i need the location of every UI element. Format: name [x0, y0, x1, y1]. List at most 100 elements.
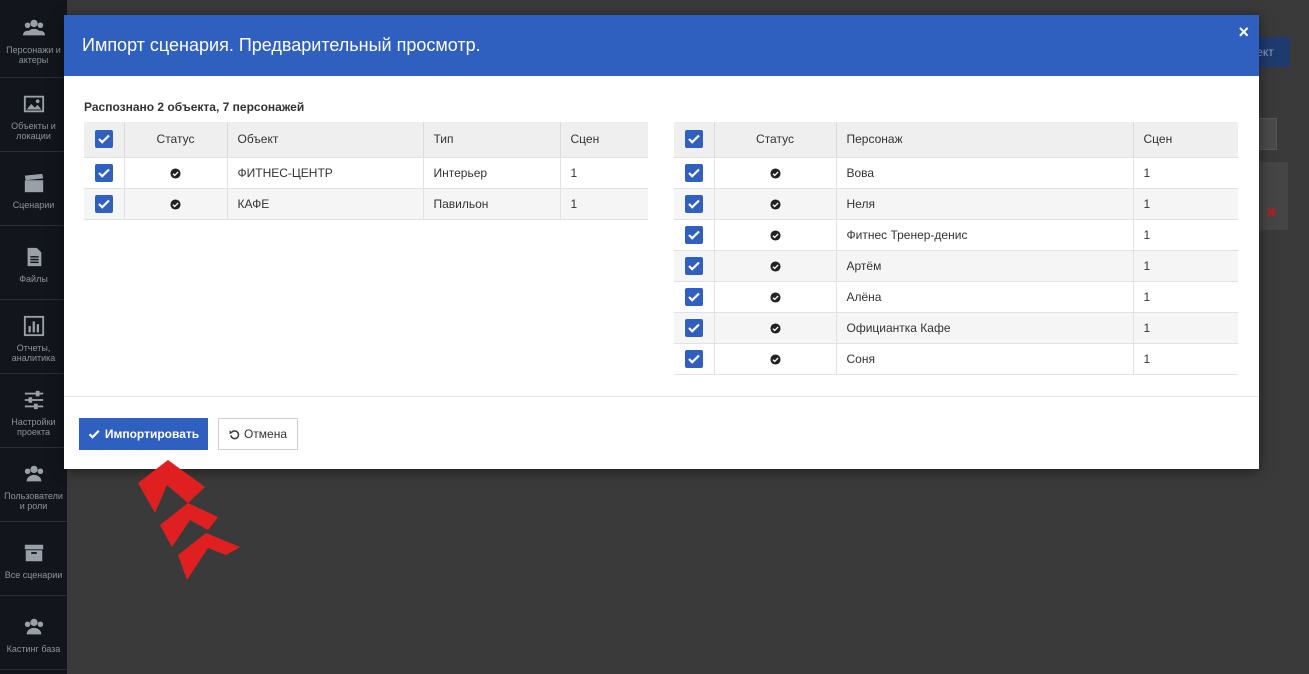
- select-all-objects-checkbox[interactable]: [84, 122, 125, 158]
- modal-title: Импорт сценария. Предварительный просмот…: [82, 35, 481, 55]
- table-row: КАФЕ Павильон 1: [84, 188, 648, 220]
- scenes-count-cell: 1: [1133, 281, 1238, 313]
- status-cell: [714, 219, 837, 251]
- sidebar-item-objects[interactable]: Объекты и локации: [0, 78, 67, 152]
- check-circle-icon: [769, 261, 781, 272]
- bar-chart-icon: [23, 315, 44, 336]
- row-checkbox[interactable]: [674, 157, 715, 189]
- status-cell: [714, 188, 837, 220]
- sidebar-item-label: Файлы: [19, 273, 48, 284]
- cancel-button-label: Отмена: [243, 427, 288, 441]
- recognition-summary: Распознано 2 объекта, 7 персонажей: [84, 100, 305, 114]
- character-name-cell: Официантка Кафе: [836, 312, 1134, 344]
- check-circle-icon: [769, 323, 781, 334]
- row-checkbox[interactable]: [674, 281, 715, 313]
- sidebar-item-label: Объекты и локации: [11, 120, 56, 141]
- cancel-button[interactable]: Отмена: [218, 418, 298, 450]
- row-checkbox[interactable]: [84, 188, 125, 220]
- column-header-character[interactable]: Персонаж: [836, 122, 1134, 158]
- character-name-cell: Неля: [836, 188, 1134, 220]
- sidebar-item-users[interactable]: Пользователи и роли: [0, 448, 67, 522]
- status-cell: [124, 188, 228, 220]
- scenes-count-cell: 1: [560, 157, 648, 189]
- table-row: Вова 1: [674, 157, 1238, 189]
- check-circle-icon: [769, 354, 781, 365]
- row-checkbox[interactable]: [674, 343, 715, 375]
- object-name-cell: КАФЕ: [227, 188, 424, 220]
- table-row: Артём 1: [674, 250, 1238, 282]
- delete-icon: ✖: [1266, 205, 1277, 220]
- check-circle-icon: [769, 199, 781, 210]
- object-type-cell: Интерьер: [423, 157, 561, 189]
- row-checkbox[interactable]: [84, 157, 125, 189]
- column-header-scenes[interactable]: Сцен: [560, 122, 648, 158]
- undo-icon: [229, 429, 240, 439]
- background-select: [1258, 118, 1277, 150]
- users-icon: [22, 19, 45, 35]
- objects-table: Статус Объект Тип Сцен ФИТНЕС-ЦЕНТР Инте…: [84, 122, 648, 220]
- table-header-row: Статус Персонаж Сцен: [674, 122, 1238, 158]
- character-name-cell: Вова: [836, 157, 1134, 189]
- column-header-status[interactable]: Статус: [124, 122, 228, 158]
- character-name-cell: Алёна: [836, 281, 1134, 313]
- table-header-row: Статус Объект Тип Сцен: [84, 122, 648, 158]
- sidebar-item-casting[interactable]: Кастинг база: [0, 596, 67, 670]
- sidebar-item-label: Персонажи и актеры: [6, 44, 61, 65]
- import-button-label: Импортировать: [104, 427, 200, 441]
- character-name-cell: Фитнес Тренер-денис: [836, 219, 1134, 251]
- characters-table: Статус Персонаж Сцен Вова 1 Неля 1 Фитне…: [674, 122, 1238, 375]
- clapperboard-icon: [24, 173, 43, 192]
- users-icon: [24, 465, 43, 481]
- arrow-up-icon: [138, 460, 240, 580]
- select-all-characters-checkbox[interactable]: [674, 122, 715, 158]
- status-cell: [124, 157, 228, 189]
- sidebar-item-label: Отчеты, аналитика: [11, 342, 56, 363]
- sidebar-item-settings[interactable]: Настройки проекта: [0, 374, 67, 448]
- row-checkbox[interactable]: [674, 219, 715, 251]
- row-checkbox[interactable]: [674, 312, 715, 344]
- column-header-type[interactable]: Тип: [423, 122, 561, 158]
- sidebar-item-characters[interactable]: Персонажи и актеры: [0, 0, 67, 78]
- scenes-count-cell: 1: [1133, 343, 1238, 375]
- file-icon: [27, 247, 41, 266]
- import-button[interactable]: Импортировать: [79, 418, 208, 450]
- status-cell: [714, 281, 837, 313]
- sidebar-item-files[interactable]: Файлы: [0, 226, 67, 300]
- table-row: Соня 1: [674, 343, 1238, 375]
- check-circle-icon: [769, 292, 781, 303]
- column-header-scenes[interactable]: Сцен: [1133, 122, 1238, 158]
- scenes-count-cell: 1: [1133, 219, 1238, 251]
- sidebar-item-label: Настройки проекта: [11, 416, 56, 437]
- scenes-count-cell: 1: [560, 188, 648, 220]
- object-type-cell: Павильон: [423, 188, 561, 220]
- sidebar-item-scripts[interactable]: Сценарии: [0, 152, 67, 226]
- sidebar-item-all-scripts[interactable]: Все сценарии: [0, 522, 67, 596]
- import-preview-modal: Импорт сценария. Предварительный просмот…: [64, 15, 1259, 469]
- status-cell: [714, 250, 837, 282]
- status-cell: [714, 157, 837, 189]
- status-cell: [714, 312, 837, 344]
- column-header-status[interactable]: Статус: [714, 122, 837, 158]
- scenes-count-cell: 1: [1133, 157, 1238, 189]
- character-name-cell: Соня: [836, 343, 1134, 375]
- sidebar: Персонажи и актеры Объекты и локации Сце…: [0, 0, 67, 674]
- table-row: Неля 1: [674, 188, 1238, 220]
- scenes-count-cell: 1: [1133, 312, 1238, 344]
- users-icon: [24, 618, 43, 634]
- modal-header: Импорт сценария. Предварительный просмот…: [64, 15, 1259, 76]
- image-icon: [23, 95, 44, 112]
- check-circle-icon: [170, 199, 181, 210]
- sidebar-item-reports[interactable]: Отчеты, аналитика: [0, 300, 67, 374]
- table-row: Официантка Кафе 1: [674, 312, 1238, 344]
- row-checkbox[interactable]: [674, 188, 715, 220]
- column-header-object[interactable]: Объект: [227, 122, 424, 158]
- table-row: Фитнес Тренер-денис 1: [674, 219, 1238, 251]
- character-name-cell: Артём: [836, 250, 1134, 282]
- sliders-icon: [24, 390, 43, 409]
- check-circle-icon: [769, 168, 781, 179]
- row-checkbox[interactable]: [674, 250, 715, 282]
- table-row: ФИТНЕС-ЦЕНТР Интерьер 1: [84, 157, 648, 189]
- scenes-count-cell: 1: [1133, 250, 1238, 282]
- sidebar-item-label: Кастинг база: [6, 643, 61, 654]
- close-icon[interactable]: ×: [1238, 23, 1249, 41]
